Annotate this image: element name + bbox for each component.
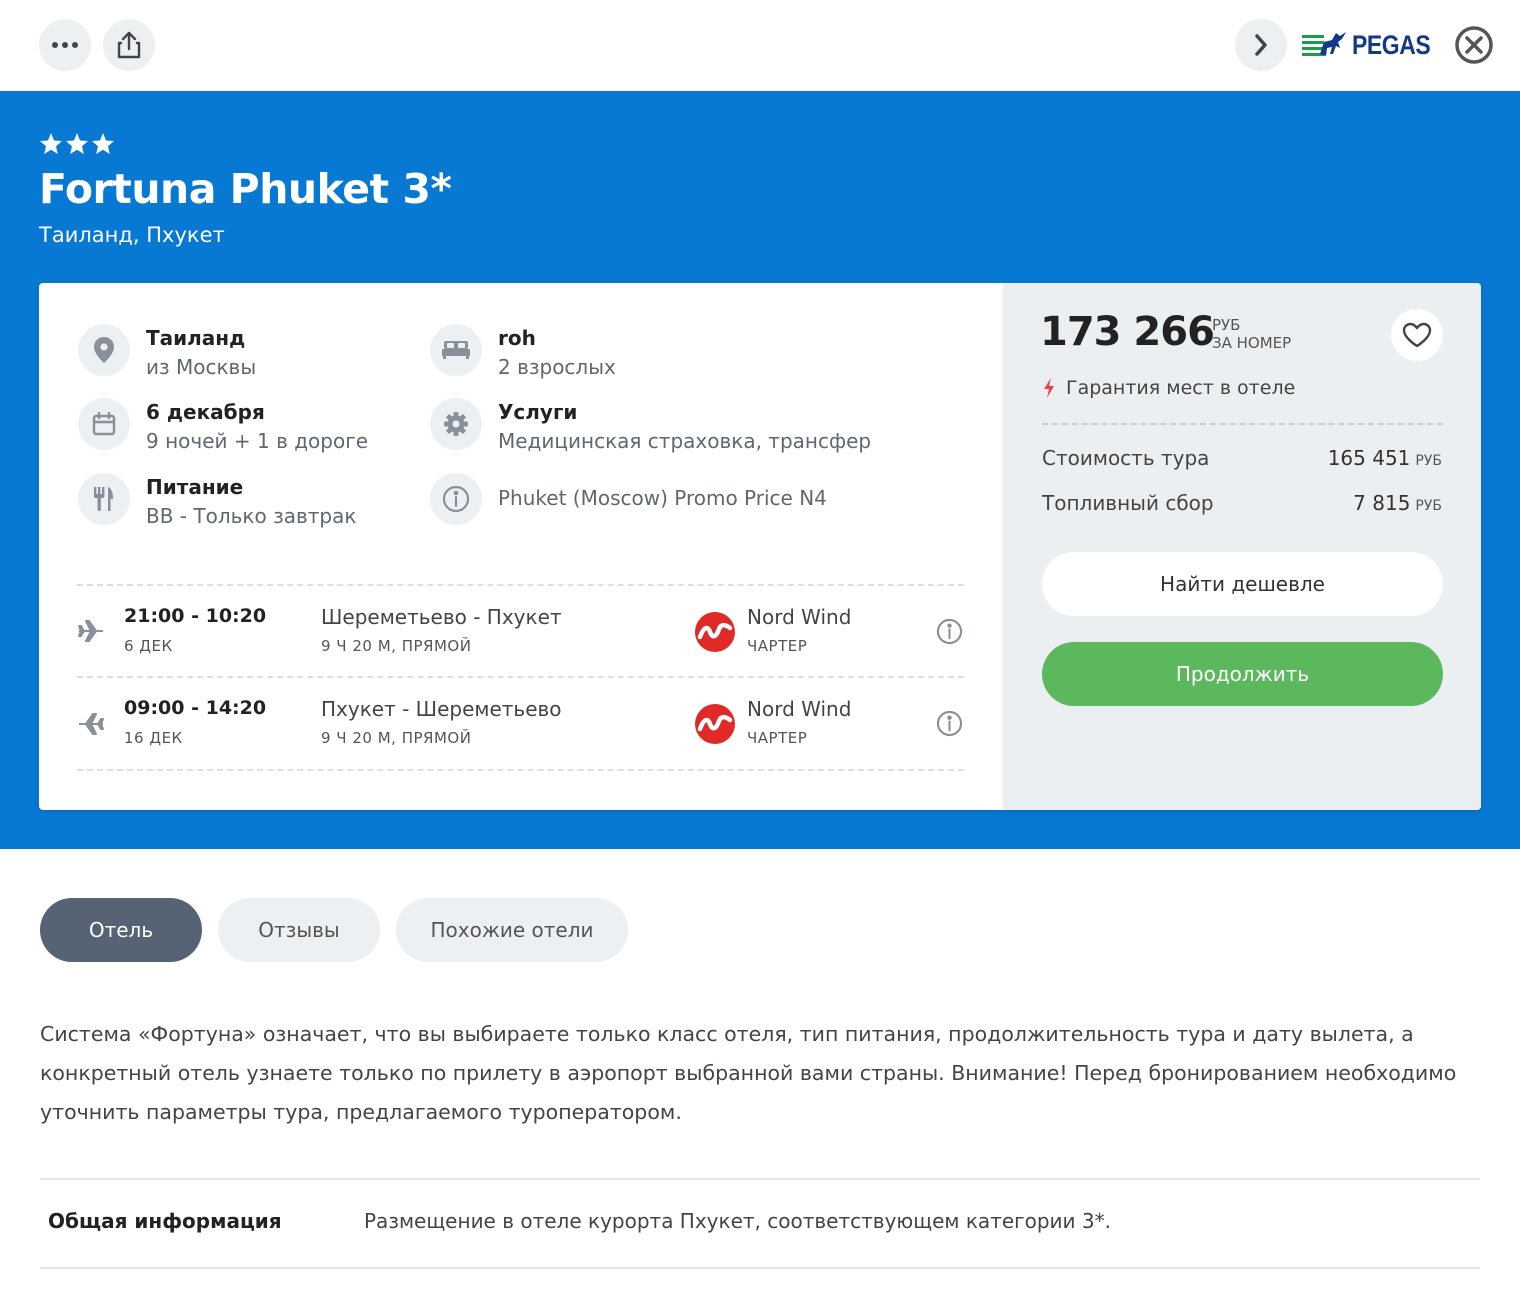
tour-cost-number: 165 451 xyxy=(1327,446,1411,470)
divider xyxy=(77,769,964,771)
flight-time: 09:00 - 14:20 xyxy=(124,697,267,719)
price-panel xyxy=(1003,283,1481,810)
currency-label: РУБ xyxy=(1212,316,1241,334)
fork-knife-icon xyxy=(78,473,130,525)
more-button[interactable] xyxy=(39,19,91,71)
tour-cost-currency: РУБ xyxy=(1415,453,1442,469)
guarantee-text: Гарантия мест в отеле xyxy=(1066,377,1296,399)
tariff-name: Phuket (Moscow) Promo Price N4 xyxy=(498,486,827,510)
star-icon xyxy=(92,133,114,154)
services-title: Услуги xyxy=(498,400,578,424)
next-button[interactable] xyxy=(1235,19,1287,71)
location-pin-icon xyxy=(78,324,130,376)
per-room-label: ЗА НОМЕР xyxy=(1212,334,1292,352)
top-bar: PEGAS xyxy=(0,0,1520,91)
flight-date: 16 ДЕК xyxy=(124,729,183,747)
flight-type: ЧАРТЕР xyxy=(747,637,808,655)
star-icon xyxy=(40,133,62,154)
info-country: Таиланд из Москвы xyxy=(78,324,256,382)
fuel-fee-label: Топливный сбор xyxy=(1042,491,1214,515)
hotel-title: Fortuna Phuket 3* xyxy=(39,165,452,213)
info-icon xyxy=(430,473,482,525)
divider xyxy=(40,1178,1480,1180)
fuel-fee-currency: РУБ xyxy=(1415,498,1442,514)
country-sub: из Москвы xyxy=(146,355,257,379)
divider xyxy=(77,584,964,586)
flight-route: Пхукет - Шереметьево xyxy=(321,697,562,721)
general-info-label: Общая информация xyxy=(48,1209,282,1233)
divider xyxy=(77,676,964,678)
price-currency: РУБ ЗА НОМЕР xyxy=(1212,316,1291,352)
tab-similar-hotels[interactable]: Похожие отели xyxy=(396,898,628,962)
flight-duration: 9 Ч 20 М, ПРЯМОЙ xyxy=(321,637,472,655)
info-room: roh 2 взрослых xyxy=(430,324,616,382)
logo-text: PEGAS xyxy=(1352,29,1431,60)
room-sub: 2 взрослых xyxy=(498,355,616,379)
services-sub: Медицинская страховка, трансфер xyxy=(498,429,872,453)
fuel-fee-number: 7 815 xyxy=(1353,491,1411,515)
nordwind-logo-icon xyxy=(695,704,735,744)
info-services: Услуги Медицинская страховка, трансфер xyxy=(430,398,871,456)
info-tariff[interactable]: Phuket (Moscow) Promo Price N4 xyxy=(430,473,827,525)
gear-icon xyxy=(430,398,482,450)
flight-info-icon[interactable] xyxy=(936,710,963,737)
pegas-logo[interactable]: PEGAS xyxy=(1302,28,1444,62)
hotel-location: Таиланд, Пхукет xyxy=(39,223,225,247)
plane-depart-icon xyxy=(78,620,103,642)
share-icon xyxy=(117,31,141,59)
flight-duration: 9 Ч 20 М, ПРЯМОЙ xyxy=(321,729,472,747)
date-title: 6 декабря xyxy=(146,400,265,424)
country-title: Таиланд xyxy=(146,326,246,350)
flight-info-icon[interactable] xyxy=(936,618,963,645)
room-title: roh xyxy=(498,326,536,350)
tab-reviews[interactable]: Отзывы xyxy=(218,898,380,962)
plane-return-icon xyxy=(79,713,104,735)
chevron-right-icon xyxy=(1255,34,1267,56)
favorite-button[interactable] xyxy=(1391,309,1443,361)
close-icon[interactable] xyxy=(1454,25,1494,65)
date-sub: 9 ночей + 1 в дороге xyxy=(146,429,369,453)
meal-sub: BB - Только завтрак xyxy=(146,504,357,528)
bed-icon xyxy=(430,324,482,376)
find-cheaper-button[interactable]: Найти дешевле xyxy=(1042,552,1443,616)
guarantee-note: Гарантия мест в отеле xyxy=(1042,377,1295,399)
continue-button[interactable]: Продолжить xyxy=(1042,642,1443,706)
nordwind-logo-icon xyxy=(695,612,735,652)
total-price: 173 266 xyxy=(1040,309,1215,355)
fuel-fee-value: 7 815 РУБ xyxy=(1353,491,1442,515)
hotel-description: Система «Фортуна» означает, что вы выбир… xyxy=(40,1022,1457,1124)
star-icon xyxy=(66,133,88,154)
flight-type: ЧАРТЕР xyxy=(747,729,808,747)
meal-title: Питание xyxy=(146,475,244,499)
flight-time: 21:00 - 10:20 xyxy=(124,605,267,627)
divider xyxy=(40,1267,1480,1269)
info-date: 6 декабря 9 ночей + 1 в дороге xyxy=(78,398,368,456)
airline-name: Nord Wind xyxy=(747,697,852,721)
airline-name: Nord Wind xyxy=(747,605,852,629)
flight-date: 6 ДЕК xyxy=(124,637,173,655)
tab-hotel[interactable]: Отель xyxy=(40,898,202,962)
tour-cost-value: 165 451 РУБ xyxy=(1328,446,1442,470)
hotel-stars xyxy=(39,132,115,155)
flight-route: Шереметьево - Пхукет xyxy=(321,605,562,629)
more-icon xyxy=(52,42,78,48)
share-button[interactable] xyxy=(103,19,155,71)
lightning-icon xyxy=(1044,378,1054,398)
tour-card: Таиланд из Москвы 6 декабря 9 ночей + 1 … xyxy=(39,283,1481,810)
general-info-text: Размещение в отеле курорта Пхукет, соотв… xyxy=(364,1209,1111,1233)
pegasus-horse-icon xyxy=(1302,32,1346,56)
price-divider xyxy=(1042,423,1443,425)
calendar-icon xyxy=(78,398,130,450)
tour-cost-label: Стоимость тура xyxy=(1042,446,1210,470)
heart-icon xyxy=(1402,322,1432,348)
info-meal: Питание BB - Только завтрак xyxy=(78,473,356,531)
